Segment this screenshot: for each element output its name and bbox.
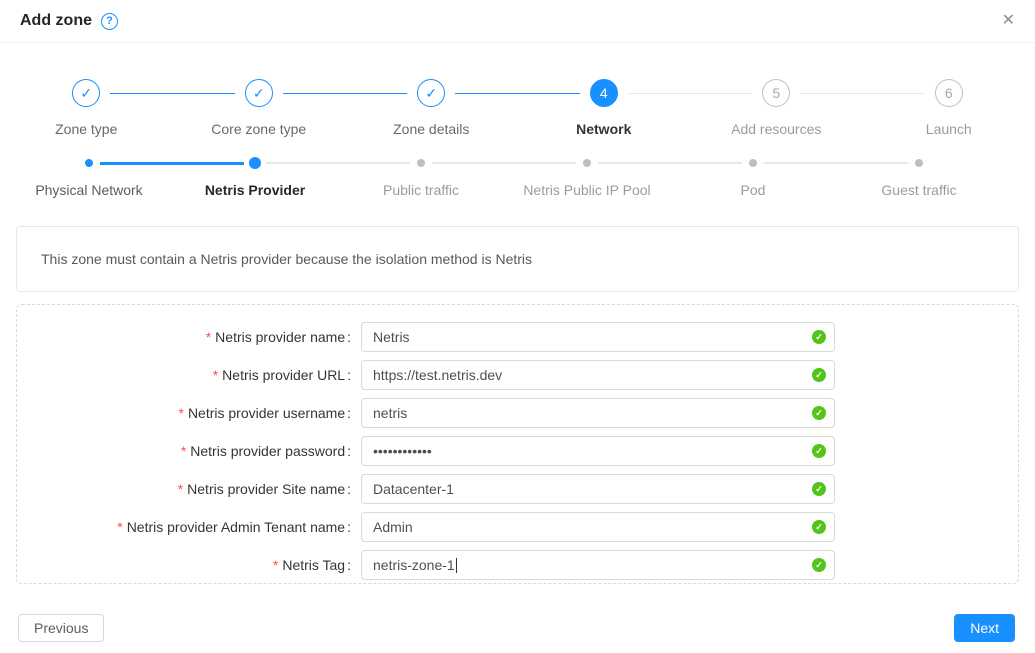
- step-label: Network: [576, 121, 631, 137]
- step-core-zone-type: ✓ Core zone type: [173, 79, 346, 137]
- step-launch: 6 Launch: [863, 79, 1035, 137]
- valid-check-icon: ✓: [812, 444, 826, 458]
- substep-label: Physical Network: [35, 182, 142, 198]
- substep-label: Netris Provider: [205, 182, 305, 198]
- field-control: ✓: [361, 474, 835, 504]
- netris-provider-form: *Netris provider name: ✓ *Netris provide…: [16, 304, 1019, 584]
- field-label: *Netris Tag:: [17, 550, 351, 580]
- substep-label: Guest traffic: [881, 182, 956, 198]
- form-row-provider-password: *Netris provider password: ✓: [17, 436, 1018, 466]
- text-caret: [456, 558, 457, 573]
- step-label: Add resources: [731, 121, 821, 137]
- isolation-method-notice: This zone must contain a Netris provider…: [16, 226, 1019, 292]
- substep-public-traffic: Public traffic: [338, 157, 504, 198]
- netris-tag-input[interactable]: netris-zone-1: [361, 550, 835, 580]
- check-icon: ✓: [245, 79, 273, 107]
- step-number: 6: [935, 79, 963, 107]
- field-control: ✓: [361, 322, 835, 352]
- required-marker: *: [273, 557, 278, 573]
- form-row-provider-username: *Netris provider username: ✓: [17, 398, 1018, 428]
- field-label: *Netris provider username:: [17, 398, 351, 428]
- form-row-provider-site-name: *Netris provider Site name: ✓: [17, 474, 1018, 504]
- required-marker: *: [178, 481, 183, 497]
- dialog-header: Add zone ? ✕: [0, 0, 1035, 43]
- substep-label: Public traffic: [383, 182, 459, 198]
- valid-check-icon: ✓: [812, 368, 826, 382]
- step-dot: [417, 159, 425, 167]
- step-label: Core zone type: [211, 121, 306, 137]
- previous-button[interactable]: Previous: [18, 614, 104, 642]
- step-dot: [915, 159, 923, 167]
- form-row-admin-tenant-name: *Netris provider Admin Tenant name: ✓: [17, 512, 1018, 542]
- field-control: ✓: [361, 512, 835, 542]
- wizard-steps: ✓ Zone type ✓ Core zone type ✓ Zone deta…: [0, 79, 1035, 137]
- required-marker: *: [117, 519, 122, 535]
- field-label: *Netris provider Admin Tenant name:: [17, 512, 351, 542]
- netris-provider-username-input[interactable]: [361, 398, 835, 428]
- help-icon[interactable]: ?: [101, 13, 118, 30]
- form-row-provider-url: *Netris provider URL: ✓: [17, 360, 1018, 390]
- check-icon: ✓: [72, 79, 100, 107]
- substep-pod: Pod: [670, 157, 836, 198]
- netris-provider-site-name-input[interactable]: [361, 474, 835, 504]
- substep-label: Pod: [741, 182, 766, 198]
- add-zone-wizard: Add zone ? ✕ ✓ Zone type ✓ Core zone typ…: [0, 0, 1035, 653]
- substep-guest-traffic: Guest traffic: [836, 157, 1002, 198]
- step-network: 4 Network: [518, 79, 691, 137]
- step-dot: [749, 159, 757, 167]
- netris-provider-name-input[interactable]: [361, 322, 835, 352]
- valid-check-icon: ✓: [812, 520, 826, 534]
- step-dot: [583, 159, 591, 167]
- substep-netris-public-ip-pool: Netris Public IP Pool: [504, 157, 670, 198]
- page-title: Add zone: [20, 12, 92, 30]
- valid-check-icon: ✓: [812, 482, 826, 496]
- valid-check-icon: ✓: [812, 330, 826, 344]
- substep-netris-provider: Netris Provider: [172, 157, 338, 198]
- field-label: *Netris provider Site name:: [17, 474, 351, 504]
- wizard-footer: Previous Next: [0, 602, 1035, 653]
- next-button[interactable]: Next: [954, 614, 1015, 642]
- step-number: 4: [590, 79, 618, 107]
- substep-label: Netris Public IP Pool: [523, 182, 650, 198]
- step-zone-type: ✓ Zone type: [0, 79, 173, 137]
- netris-admin-tenant-name-input[interactable]: [361, 512, 835, 542]
- netris-provider-password-input[interactable]: [361, 436, 835, 466]
- network-substeps: Physical Network Netris Provider Public …: [6, 157, 1002, 198]
- field-control: ✓: [361, 398, 835, 428]
- field-control: ✓: [361, 436, 835, 466]
- close-icon[interactable]: ✕: [1002, 13, 1015, 29]
- required-marker: *: [178, 405, 183, 421]
- step-dot: [85, 159, 93, 167]
- field-control: ✓: [361, 360, 835, 390]
- form-row-provider-name: *Netris provider name: ✓: [17, 322, 1018, 352]
- field-control: netris-zone-1 ✓: [361, 550, 835, 580]
- step-zone-details: ✓ Zone details: [345, 79, 518, 137]
- substep-physical-network: Physical Network: [6, 157, 172, 198]
- step-label: Zone details: [393, 121, 469, 137]
- form-row-netris-tag: *Netris Tag: netris-zone-1 ✓: [17, 550, 1018, 580]
- step-dot: [249, 157, 261, 169]
- step-label: Launch: [926, 121, 972, 137]
- notice-text: This zone must contain a Netris provider…: [41, 251, 532, 267]
- field-label: *Netris provider URL:: [17, 360, 351, 390]
- step-add-resources: 5 Add resources: [690, 79, 863, 137]
- required-marker: *: [213, 367, 218, 383]
- step-label: Zone type: [55, 121, 117, 137]
- required-marker: *: [181, 443, 186, 459]
- check-icon: ✓: [417, 79, 445, 107]
- valid-check-icon: ✓: [812, 406, 826, 420]
- valid-check-icon: ✓: [812, 558, 826, 572]
- required-marker: *: [206, 329, 211, 345]
- field-label: *Netris provider name:: [17, 322, 351, 352]
- step-number: 5: [762, 79, 790, 107]
- field-label: *Netris provider password:: [17, 436, 351, 466]
- netris-provider-url-input[interactable]: [361, 360, 835, 390]
